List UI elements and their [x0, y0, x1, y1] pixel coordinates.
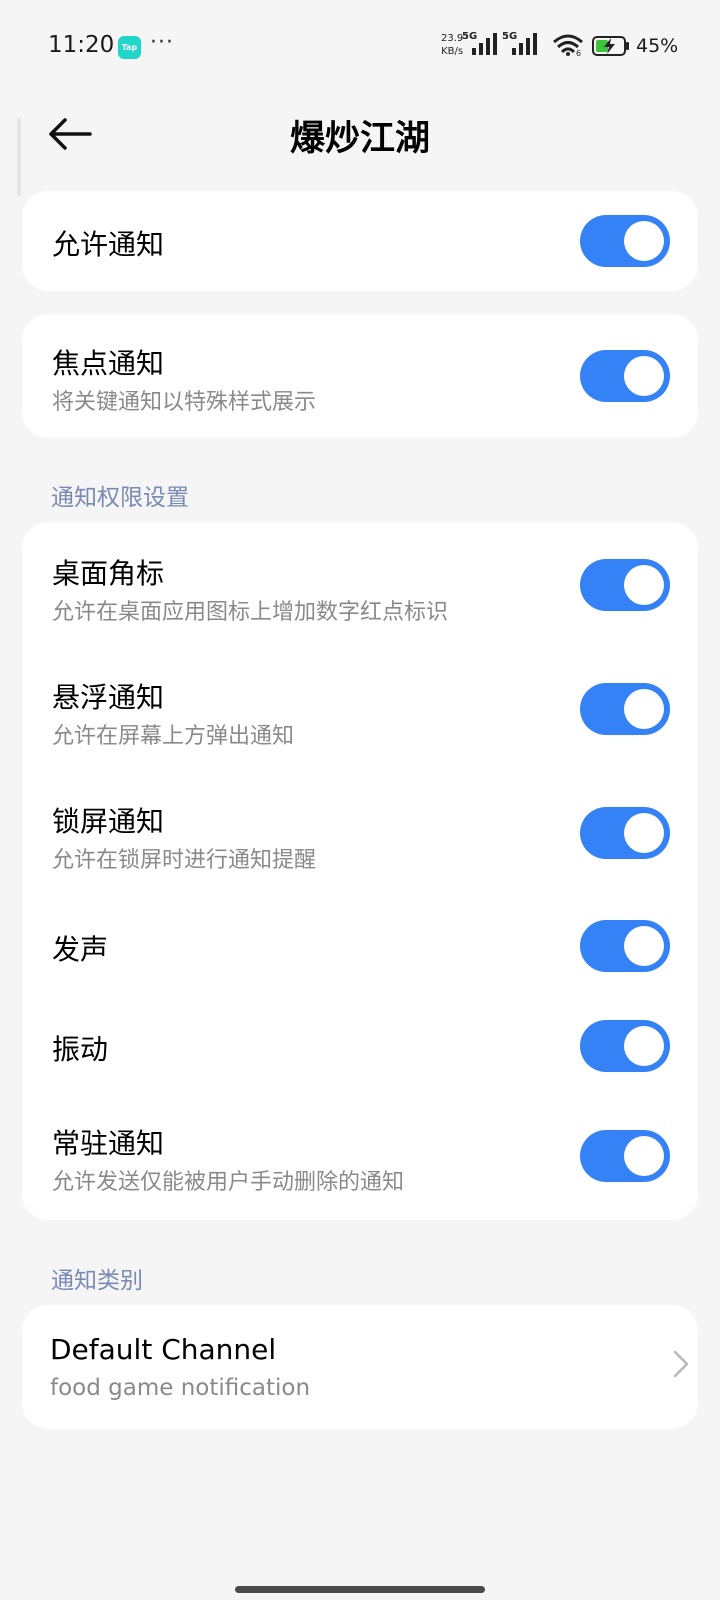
toggle-knob	[624, 1136, 664, 1176]
allow-notifications-card: 允许通知	[22, 191, 698, 291]
lockscreen-notifications-toggle[interactable]	[580, 807, 670, 859]
toggle-knob	[624, 356, 664, 396]
permission-section-header: 通知权限设置	[51, 485, 189, 511]
floating-notifications-toggle[interactable]	[580, 683, 670, 735]
page-title: 爆炒江湖	[289, 119, 430, 159]
default-channel-name: Default Channel	[50, 1333, 277, 1366]
vibration-label: 振动	[52, 1033, 109, 1066]
network-speed-value: 23.9	[441, 33, 464, 44]
badge-description: 允许在桌面应用图标上增加数字红点标识	[52, 600, 449, 625]
toggle-knob	[624, 1026, 664, 1066]
network-speed-unit: KB/s	[441, 46, 464, 57]
signal-1-icon	[472, 33, 497, 55]
toggle-knob	[624, 565, 664, 605]
category-section-header: 通知类别	[51, 1268, 143, 1294]
badge-toggle[interactable]	[580, 559, 670, 611]
toggle-knob	[624, 689, 664, 729]
category-card: Default Channel food game notification	[22, 1305, 698, 1429]
home-indicator[interactable]	[235, 1586, 485, 1593]
toggle-knob	[624, 813, 664, 853]
status-bar: 11:20 Tap ··· 23.9 KB/s 5G 5G 6 45%	[0, 0, 720, 94]
focus-notifications-toggle[interactable]	[580, 350, 670, 402]
focus-notifications-card: 焦点通知 将关键通知以特殊样式展示	[22, 314, 698, 438]
focus-notifications-description: 将关键通知以特殊样式展示	[52, 390, 317, 415]
lockscreen-notifications-description: 允许在锁屏时进行通知提醒	[52, 848, 317, 873]
wifi-standard: 6	[576, 49, 582, 58]
persistent-notifications-description: 允许发送仅能被用户手动删除的通知	[52, 1170, 405, 1195]
toggle-knob	[624, 926, 664, 966]
allow-notifications-row[interactable]: 允许通知	[22, 191, 698, 291]
more-notifications-icon: ···	[150, 30, 174, 55]
badge-row[interactable]: 桌面角标 允许在桌面应用图标上增加数字红点标识	[22, 522, 698, 646]
toggle-knob	[624, 221, 664, 261]
floating-notifications-row[interactable]: 悬浮通知 允许在屏幕上方弹出通知	[22, 646, 698, 770]
sound-toggle[interactable]	[580, 920, 670, 972]
lockscreen-notifications-row[interactable]: 锁屏通知 允许在锁屏时进行通知提醒	[22, 770, 698, 894]
allow-notifications-toggle[interactable]	[580, 215, 670, 267]
taptap-app-icon: Tap	[118, 36, 141, 59]
network-speed: 23.9 KB/s	[441, 32, 463, 58]
chevron-right-icon	[673, 1350, 689, 1378]
sound-label: 发声	[52, 933, 109, 966]
signal-2-icon	[512, 33, 537, 55]
persistent-notifications-row[interactable]: 常驻通知 允许发送仅能被用户手动删除的通知	[22, 1096, 698, 1220]
persistent-notifications-label: 常驻通知	[52, 1127, 165, 1160]
focus-notifications-row[interactable]: 焦点通知 将关键通知以特殊样式展示	[22, 314, 698, 438]
permission-settings-card: 桌面角标 允许在桌面应用图标上增加数字红点标识 悬浮通知 允许在屏幕上方弹出通知…	[22, 522, 698, 1220]
lockscreen-notifications-label: 锁屏通知	[52, 805, 165, 838]
allow-notifications-label: 允许通知	[52, 228, 165, 261]
persistent-notifications-toggle[interactable]	[580, 1130, 670, 1182]
focus-notifications-label: 焦点通知	[52, 347, 165, 380]
vibration-row[interactable]: 振动	[22, 996, 698, 1096]
floating-notifications-description: 允许在屏幕上方弹出通知	[52, 724, 295, 749]
badge-label: 桌面角标	[52, 557, 165, 590]
floating-notifications-label: 悬浮通知	[52, 681, 165, 714]
vibration-toggle[interactable]	[580, 1020, 670, 1072]
status-time: 11:20	[48, 32, 115, 58]
default-channel-description: food game notification	[50, 1375, 311, 1401]
default-channel-row[interactable]: Default Channel food game notification	[22, 1305, 698, 1429]
battery-charging-icon	[592, 36, 629, 56]
battery-percent: 45%	[636, 35, 679, 57]
sound-row[interactable]: 发声	[22, 894, 698, 996]
